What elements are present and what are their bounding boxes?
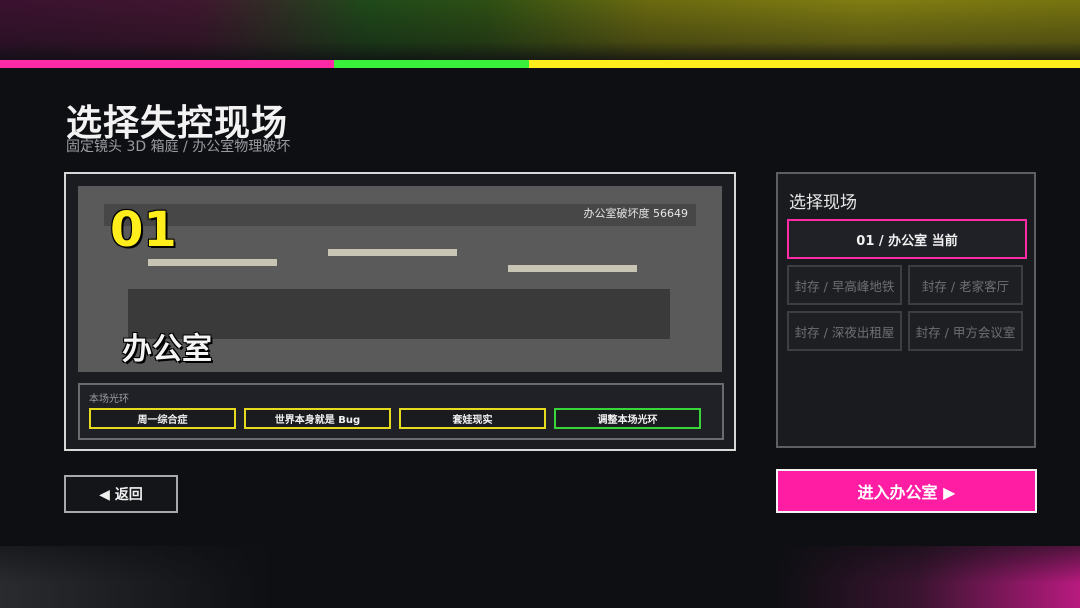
bottom-glow-band [0, 546, 1080, 608]
aura-label: 本场光环 [89, 394, 129, 405]
scene-list-panel: 选择现场 01 / 办公室 当前 封存 / 早高峰地铁 封存 / 老家客厅 封存… [776, 172, 1036, 448]
scene-item-locked-subway[interactable]: 封存 / 早高峰地铁 [787, 265, 902, 305]
scene-shelf [328, 249, 457, 256]
aura-button-nested-reality[interactable]: 套娃现实 [399, 408, 546, 429]
scene-item-locked-meeting-room[interactable]: 封存 / 甲方会议室 [908, 311, 1023, 351]
destruction-counter: 办公室破坏度 56649 [583, 207, 689, 220]
scene-item-locked-rental-room[interactable]: 封存 / 深夜出租屋 [787, 311, 902, 351]
page-subtitle: 固定镜头 3D 箱庭 / 办公室物理破坏 [66, 139, 291, 155]
top-glow-band [0, 0, 1080, 60]
scene-select-screen: 选择失控现场 固定镜头 3D 箱庭 / 办公室物理破坏 办公室破坏度 56649… [0, 0, 1080, 608]
scene-name: 办公室 [122, 332, 212, 367]
scene-preview-frame: 办公室破坏度 56649 01 办公室 本场光环 周一综合症 世界本身就是 Bu… [64, 172, 736, 451]
back-button[interactable]: ◀ 返回 [64, 475, 178, 513]
aura-panel: 本场光环 周一综合症 世界本身就是 Bug 套娃现实 调整本场光环 [78, 383, 724, 440]
scene-number: 01 [110, 202, 177, 258]
color-bar-yellow [529, 60, 1080, 68]
scene-preview-image: 办公室破坏度 56649 01 办公室 [78, 186, 722, 372]
scene-item-office-current[interactable]: 01 / 办公室 当前 [787, 219, 1027, 259]
color-bar-pink [0, 60, 334, 68]
enter-scene-button[interactable]: 进入办公室 ▶ [776, 469, 1037, 513]
scene-shelf [148, 259, 277, 266]
aura-button-world-bug[interactable]: 世界本身就是 Bug [244, 408, 391, 429]
adjust-aura-button[interactable]: 调整本场光环 [554, 408, 701, 429]
color-bar-green [334, 60, 529, 68]
scene-shelf [508, 265, 637, 272]
scene-list-title: 选择现场 [789, 193, 857, 213]
aura-button-monday[interactable]: 周一综合症 [89, 408, 236, 429]
scene-item-locked-living-room[interactable]: 封存 / 老家客厅 [908, 265, 1023, 305]
